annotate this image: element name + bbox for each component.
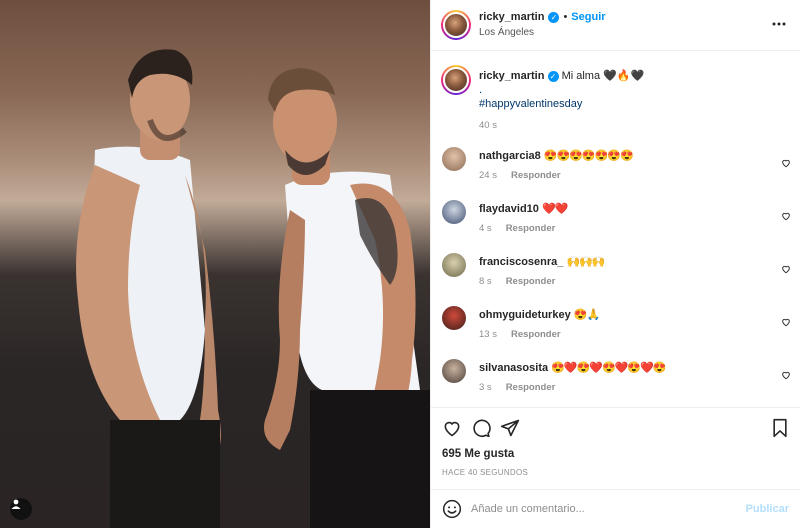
emoji-icon[interactable] (442, 499, 462, 524)
comment-time[interactable]: 13 s (479, 329, 497, 340)
comment-time[interactable]: 8 s (479, 276, 492, 287)
comment-text: 🙌🙌🙌 (566, 256, 605, 268)
reply-button[interactable]: Responder (506, 223, 556, 234)
caption-time[interactable]: 40 s (479, 119, 779, 133)
heart-icon[interactable] (781, 208, 791, 226)
comment-text: 😍😍😍😍😍😍😍 (543, 150, 634, 162)
post-header: ricky_martin ✓ • Seguir Los Ángeles (431, 0, 800, 51)
reply-button[interactable]: Responder (511, 329, 561, 340)
heart-icon[interactable] (781, 155, 791, 173)
comment-time[interactable]: 4 s (479, 223, 492, 234)
more-icon[interactable] (771, 16, 787, 37)
commenter-avatar[interactable] (442, 306, 466, 330)
caption-hashtag[interactable]: #happyvalentinesday (479, 97, 779, 111)
caption-dot: . (479, 84, 483, 96)
caption-username[interactable]: ricky_martin (479, 70, 544, 82)
heart-icon[interactable] (781, 261, 791, 279)
author-username[interactable]: ricky_martin (479, 11, 544, 23)
post-actions: 695 Me gusta HACE 40 SEGUNDOS (431, 407, 800, 489)
post-caption: ricky_martin ✓ Mi alma 🖤🔥🖤 . #happyvalen… (479, 69, 779, 133)
follow-button[interactable]: Seguir (571, 11, 605, 23)
comment-item: silvanasosita 😍❤️😍❤️😍❤️😍❤️😍 3 s Responder (431, 359, 800, 407)
comment-composer: Publicar (431, 489, 800, 528)
post-photo[interactable] (0, 0, 430, 528)
post-panel: ricky_martin ✓ • Seguir Los Ángeles rick… (430, 0, 800, 528)
post-location[interactable]: Los Ángeles (479, 27, 534, 38)
post-timestamp[interactable]: HACE 40 SEGUNDOS (442, 468, 528, 477)
heart-icon[interactable] (781, 314, 791, 332)
comment-input[interactable] (471, 499, 731, 519)
save-icon[interactable] (771, 418, 789, 443)
comment-time[interactable]: 3 s (479, 382, 492, 393)
user-tag-icon[interactable] (10, 498, 32, 520)
comment-item: franciscosenra_ 🙌🙌🙌 8 s Responder (431, 253, 800, 306)
reply-button[interactable]: Responder (506, 382, 556, 393)
commenter-username[interactable]: ohmyguideturkey (479, 309, 571, 321)
verified-icon: ✓ (548, 11, 560, 23)
comment-text: 😍❤️😍❤️😍❤️😍❤️😍 (551, 362, 666, 374)
commenter-avatar[interactable] (442, 147, 466, 171)
comment-text: ❤️❤️ (541, 203, 568, 215)
commenter-avatar[interactable] (442, 253, 466, 277)
commenter-avatar[interactable] (442, 359, 466, 383)
comment-item: flaydavid10 ❤️❤️ 4 s Responder (431, 200, 800, 253)
verified-icon: ✓ (547, 71, 559, 82)
heart-icon[interactable] (442, 418, 462, 443)
comment-icon[interactable] (471, 418, 491, 443)
publish-button[interactable]: Publicar (746, 503, 789, 515)
commenter-avatar[interactable] (442, 200, 466, 224)
comment-time[interactable]: 24 s (479, 170, 497, 181)
like-count[interactable]: 695 Me gusta (442, 448, 514, 460)
reply-button[interactable]: Responder (511, 170, 561, 181)
comments-section[interactable]: ricky_martin ✓ Mi alma 🖤🔥🖤 . #happyvalen… (431, 52, 800, 407)
separator-dot: • (563, 11, 568, 23)
caption-avatar[interactable] (441, 65, 471, 95)
caption-text: Mi alma 🖤🔥🖤 (561, 70, 645, 82)
comment-item: nathgarcia8 😍😍😍😍😍😍😍 24 s Responder (431, 147, 800, 200)
photo-illustration (76, 49, 430, 528)
commenter-username[interactable]: nathgarcia8 (479, 150, 541, 162)
share-icon[interactable] (500, 418, 520, 443)
comment-text: 😍🙏 (573, 309, 600, 321)
commenter-username[interactable]: silvanasosita (479, 362, 548, 374)
commenter-username[interactable]: flaydavid10 (479, 203, 539, 215)
author-avatar[interactable] (441, 10, 471, 40)
heart-icon[interactable] (781, 367, 791, 385)
commenter-username[interactable]: franciscosenra_ (479, 256, 563, 268)
reply-button[interactable]: Responder (506, 276, 556, 287)
comment-item: ohmyguideturkey 😍🙏 13 s Responder (431, 306, 800, 359)
